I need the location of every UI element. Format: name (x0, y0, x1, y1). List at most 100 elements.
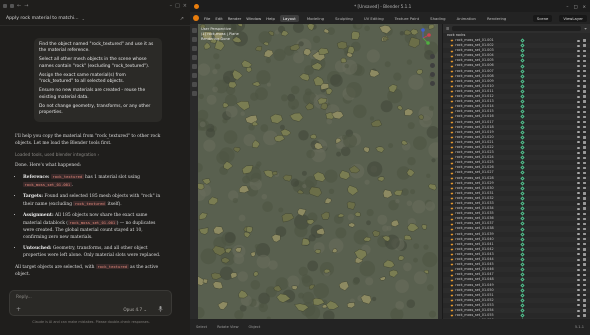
render-camera-icon[interactable] (583, 125, 586, 129)
chevron-down-icon[interactable]: ⌄ (82, 16, 85, 21)
visibility-eye-icon[interactable] (577, 299, 580, 302)
render-camera-icon[interactable] (583, 75, 586, 78)
pan-hand-icon[interactable] (430, 63, 435, 68)
visibility-eye-icon[interactable] (577, 100, 580, 103)
render-camera-icon[interactable] (583, 258, 586, 261)
tab-uv-editing[interactable]: UV Editing (361, 15, 387, 22)
render-camera-icon[interactable] (583, 49, 586, 52)
visibility-eye-icon[interactable] (577, 273, 580, 276)
render-camera-icon[interactable] (583, 238, 586, 241)
scene-selector[interactable]: Scene (532, 14, 553, 22)
render-camera-icon[interactable] (583, 294, 586, 297)
render-camera-icon[interactable] (583, 166, 586, 170)
menu-file[interactable]: File (204, 16, 210, 21)
model-selector[interactable]: Opus 4.7 ⌄ (123, 307, 147, 312)
visibility-eye-icon[interactable] (577, 253, 580, 256)
visibility-eye-icon[interactable] (577, 233, 580, 236)
render-camera-icon[interactable] (583, 202, 586, 205)
render-camera-icon[interactable] (583, 39, 586, 42)
render-camera-icon[interactable] (583, 283, 586, 287)
visibility-eye-icon[interactable] (577, 95, 580, 98)
reply-box[interactable]: Reply... + Opus 4.7 ⌄ (9, 290, 172, 316)
filter-icon[interactable]: ⏷ (584, 27, 587, 31)
blender-menu-logo-icon[interactable] (193, 15, 199, 21)
visibility-eye-icon[interactable] (577, 192, 580, 195)
visibility-eye-icon[interactable] (577, 217, 580, 220)
tab-shading[interactable]: Shading (427, 15, 448, 22)
visibility-eye-icon[interactable] (577, 110, 580, 113)
cursor-tool-icon[interactable] (191, 37, 197, 42)
render-camera-icon[interactable] (583, 85, 586, 88)
view-layer-selector[interactable]: ViewLayer (559, 14, 587, 22)
reply-input-placeholder[interactable]: Reply... (16, 295, 32, 300)
zoom-icon[interactable] (430, 54, 435, 59)
visibility-eye-icon[interactable] (577, 309, 580, 312)
visibility-eye-icon[interactable] (577, 121, 580, 124)
visibility-eye-icon[interactable] (577, 70, 580, 73)
render-camera-icon[interactable] (583, 263, 586, 266)
render-camera-icon[interactable] (583, 207, 586, 210)
render-camera-icon[interactable] (583, 222, 586, 226)
rock-object[interactable] (421, 224, 428, 230)
back-arrow-icon[interactable]: ← (17, 3, 21, 9)
scale-tool-icon[interactable] (191, 64, 197, 69)
render-camera-icon[interactable] (583, 136, 586, 139)
transform-tool-icon[interactable] (191, 73, 197, 78)
visibility-eye-icon[interactable] (577, 171, 580, 174)
render-camera-icon[interactable] (583, 64, 586, 68)
visibility-eye-icon[interactable] (577, 151, 580, 154)
visibility-eye-icon[interactable] (577, 258, 580, 261)
minimize-icon[interactable]: – (170, 3, 173, 9)
render-camera-icon[interactable] (583, 80, 586, 83)
share-icon[interactable]: ↗ (180, 16, 184, 22)
rock-object[interactable] (246, 226, 253, 233)
visibility-eye-icon[interactable] (577, 115, 580, 118)
tab-modeling[interactable]: Modeling (304, 15, 327, 22)
visibility-eye-icon[interactable] (577, 80, 580, 83)
microphone-icon[interactable] (158, 306, 163, 312)
render-camera-icon[interactable] (583, 278, 586, 282)
visibility-eye-icon[interactable] (577, 177, 580, 180)
visibility-eye-icon[interactable] (577, 314, 580, 317)
visibility-eye-icon[interactable] (577, 105, 580, 108)
render-camera-icon[interactable] (583, 171, 586, 175)
render-camera-icon[interactable] (583, 69, 586, 73)
visibility-eye-icon[interactable] (577, 197, 580, 200)
visibility-eye-icon[interactable] (577, 166, 580, 169)
visibility-eye-icon[interactable] (577, 136, 580, 139)
visibility-eye-icon[interactable] (577, 85, 580, 88)
visibility-eye-icon[interactable] (577, 243, 580, 246)
rock-object[interactable] (351, 31, 360, 40)
render-camera-icon[interactable] (583, 197, 586, 200)
grid-icon[interactable] (430, 81, 435, 86)
menu-window[interactable]: Window (246, 16, 261, 21)
render-camera-icon[interactable] (583, 192, 586, 195)
render-camera-icon[interactable] (583, 299, 586, 302)
visibility-eye-icon[interactable] (577, 141, 580, 144)
render-camera-icon[interactable] (583, 227, 586, 231)
navigation-gizmo-icon[interactable] (414, 28, 432, 48)
visibility-eye-icon[interactable] (577, 90, 580, 93)
plus-icon[interactable]: + (16, 306, 21, 313)
visibility-eye-icon[interactable] (577, 49, 580, 52)
visibility-eye-icon[interactable] (577, 131, 580, 134)
visibility-eye-icon[interactable] (577, 212, 580, 215)
menu-edit[interactable]: Edit (215, 16, 222, 21)
outliner-icon[interactable]: ☰ (446, 27, 449, 31)
render-camera-icon[interactable] (583, 304, 586, 307)
render-camera-icon[interactable] (583, 95, 586, 98)
render-camera-icon[interactable] (583, 146, 586, 149)
render-camera-icon[interactable] (583, 105, 586, 108)
render-camera-icon[interactable] (583, 131, 586, 134)
visibility-eye-icon[interactable] (577, 207, 580, 210)
render-camera-icon[interactable] (583, 110, 586, 114)
visibility-eye-icon[interactable] (577, 278, 580, 281)
render-camera-icon[interactable] (583, 248, 586, 251)
outliner-search-input[interactable] (452, 26, 582, 31)
render-camera-icon[interactable] (583, 217, 586, 221)
render-camera-icon[interactable] (583, 141, 586, 144)
visibility-eye-icon[interactable] (577, 294, 580, 297)
render-camera-icon[interactable] (583, 288, 586, 292)
render-camera-icon[interactable] (583, 309, 586, 312)
sidebar-icon[interactable] (10, 4, 14, 8)
